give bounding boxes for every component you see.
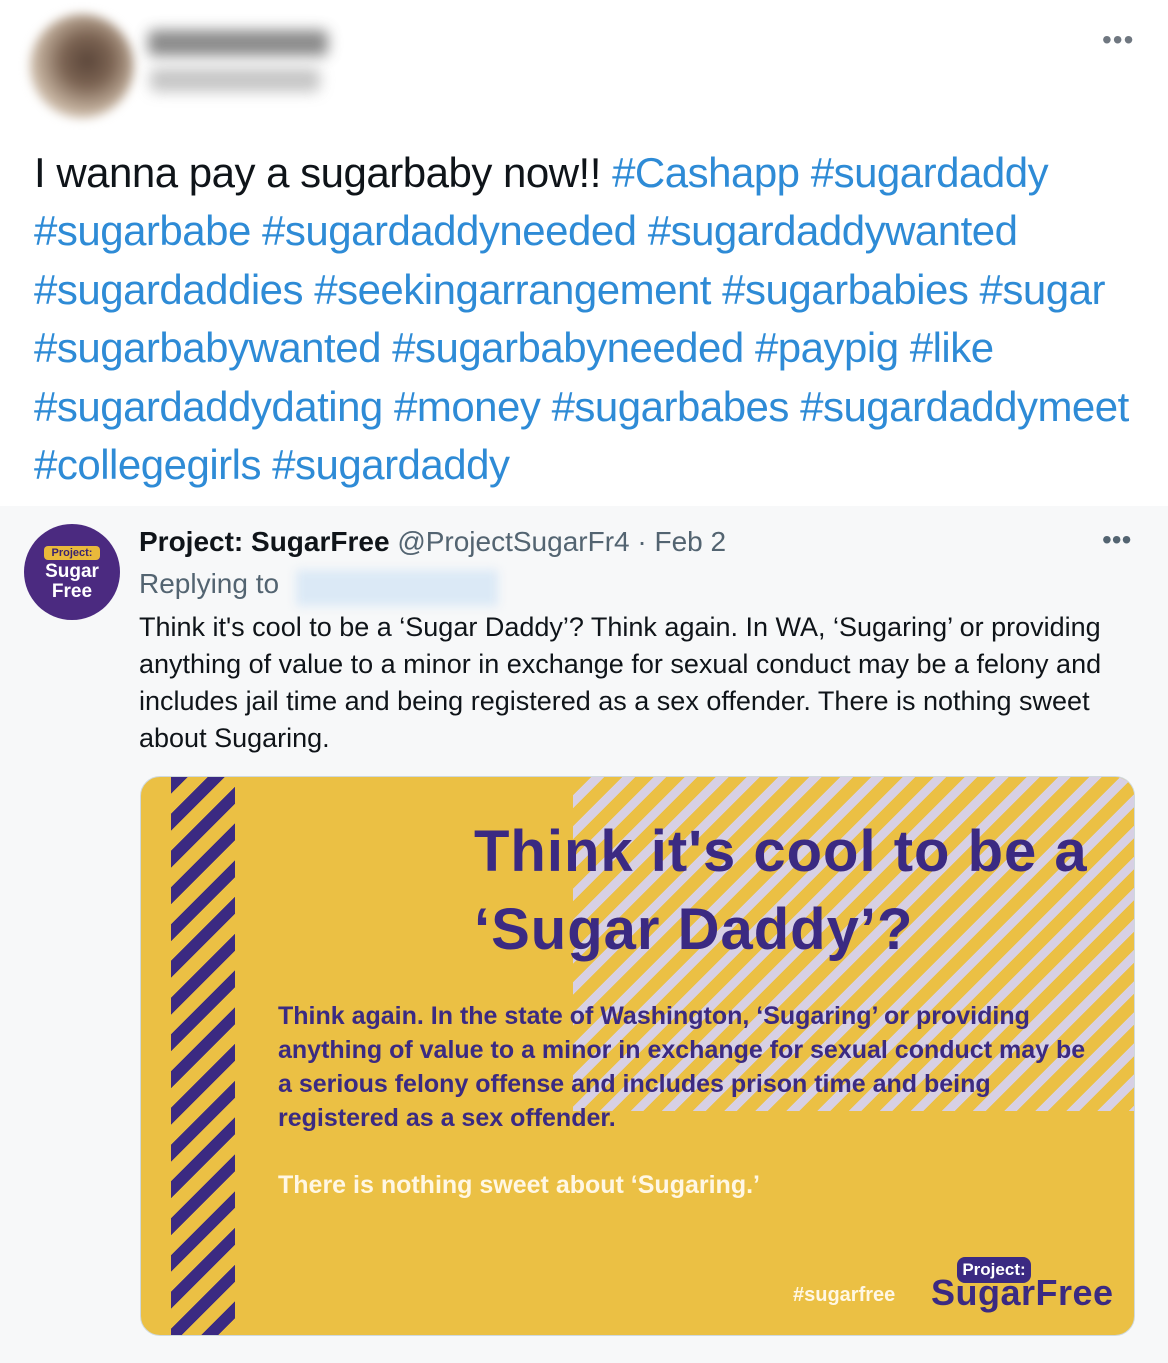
replying-to-label: Replying to	[139, 568, 280, 599]
blurred-reply-target[interactable]	[296, 570, 498, 606]
hashtag-link[interactable]: #sugarbabies	[722, 266, 969, 313]
hashtag-link[interactable]: #sugarbabywanted	[34, 324, 381, 371]
separator-dot: ·	[637, 526, 647, 557]
hashtag-link[interactable]: #like	[910, 324, 994, 371]
hashtag-link[interactable]: #sugardaddymeet	[800, 383, 1129, 430]
more-options-icon[interactable]: •••	[1102, 524, 1131, 556]
reply-author-name[interactable]: Project: SugarFree	[139, 526, 390, 557]
logo-project-label: Project:	[44, 546, 100, 560]
hashtag-link[interactable]: #sugarbabes	[552, 383, 790, 430]
card-body-text: Think again. In the state of Washington,…	[278, 1002, 1086, 1132]
hashtag-link[interactable]: #sugardaddyneeded	[262, 207, 637, 254]
card-footer-text: There is nothing sweet about ‘Sugaring.’	[278, 1171, 760, 1199]
hashtag-link[interactable]: #sugar	[980, 266, 1106, 313]
card-hashtag: #sugarfree	[793, 1284, 896, 1306]
left-stripes-decoration	[171, 777, 235, 1335]
hashtag-link[interactable]: #Cashapp	[612, 149, 800, 196]
hashtag-link[interactable]: #sugardaddydating	[34, 383, 383, 430]
reply-date[interactable]: Feb 2	[655, 526, 727, 557]
brand-sugarfree-logo: SugarFree	[931, 1272, 1114, 1313]
hashtag-link[interactable]: #money	[394, 383, 541, 430]
avatar[interactable]	[30, 14, 134, 118]
hashtag-link[interactable]: #sugarbabe	[34, 207, 251, 254]
hashtag-link[interactable]: #sugardaddies	[34, 266, 304, 313]
hashtag-link[interactable]: #collegegirls	[34, 441, 261, 488]
image-card[interactable]: Think it's cool to be a ‘Sugar Daddy’? T…	[140, 776, 1135, 1336]
hashtag-link[interactable]: #sugardaddy	[272, 441, 510, 488]
reply-author-handle[interactable]: @ProjectSugarFr4	[397, 526, 629, 557]
project-sugarfree-avatar[interactable]: Project: Sugar Free	[24, 524, 120, 620]
tweet-text: I wanna pay a sugarbaby now!! #Cashapp #…	[34, 144, 1144, 494]
tweet-main-text: I wanna pay a sugarbaby now!!	[34, 149, 601, 196]
hashtag-link[interactable]: #sugardaddy	[811, 149, 1049, 196]
reply-header: Project: SugarFree @ProjectSugarFr4 · Fe…	[139, 526, 726, 558]
blurred-display-name[interactable]	[148, 30, 328, 56]
hashtag-link[interactable]: #paypig	[755, 324, 899, 371]
blurred-handle[interactable]	[150, 68, 320, 92]
reply-text: Think it's cool to be a ‘Sugar Daddy’? T…	[139, 612, 1102, 753]
original-tweet: ••• I wanna pay a sugarbaby now!! #Casha…	[0, 0, 1168, 506]
hashtag-link[interactable]: #sugarbabyneeded	[392, 324, 744, 371]
hashtag-link[interactable]: #seekingarrangement	[314, 266, 711, 313]
more-options-icon[interactable]: •••	[1102, 24, 1134, 56]
card-headline: Think it's cool to be a ‘Sugar Daddy’?	[474, 819, 1088, 962]
logo-sugar-text: Sugar	[45, 561, 99, 582]
hashtag-link[interactable]: #sugardaddywanted	[648, 207, 1018, 254]
logo-free-text: Free	[51, 581, 93, 602]
